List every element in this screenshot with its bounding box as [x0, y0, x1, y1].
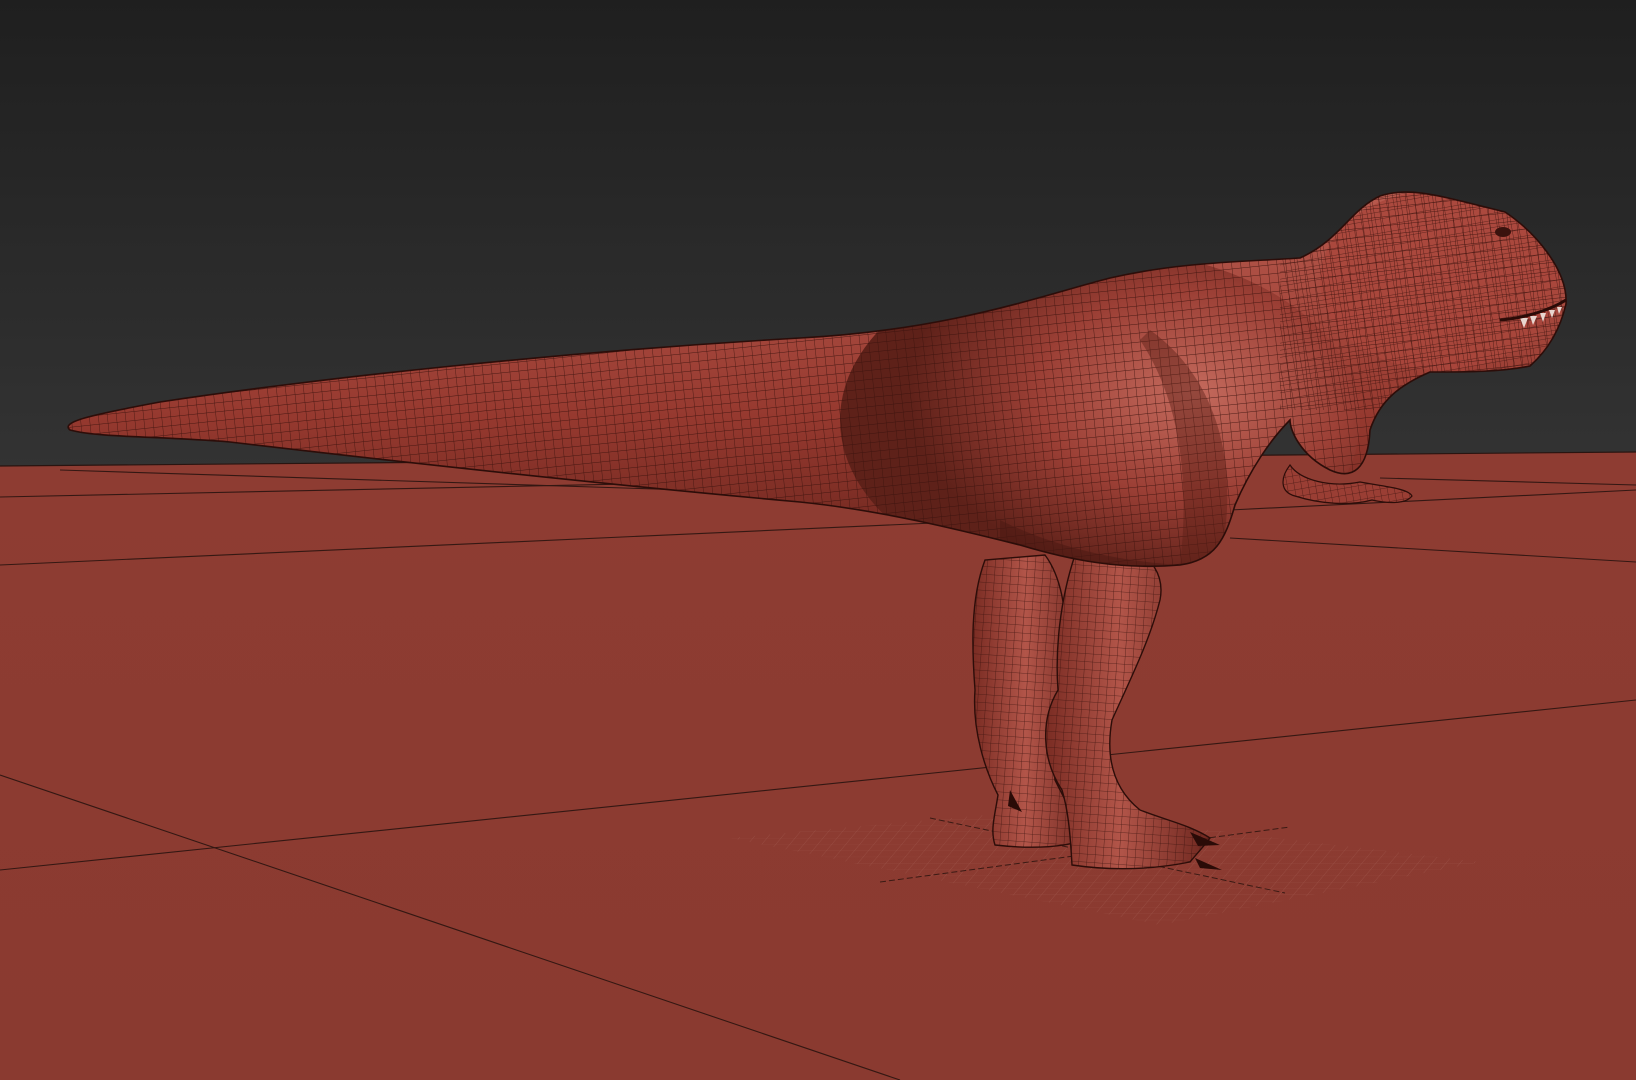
viewport-canvas[interactable]	[0, 0, 1636, 1080]
3d-viewport[interactable]	[0, 0, 1636, 1080]
ground-plane	[0, 452, 1636, 1080]
eye	[1495, 227, 1511, 237]
